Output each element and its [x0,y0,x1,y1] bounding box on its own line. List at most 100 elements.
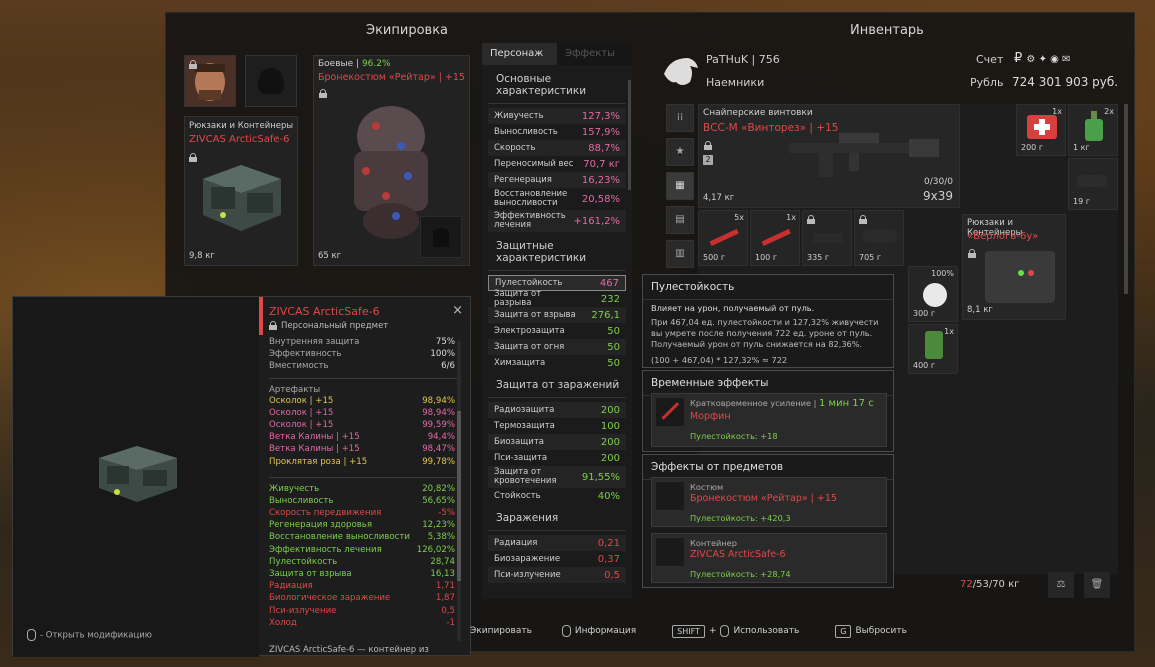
bottle-item[interactable]: 2x 1 кг [1068,104,1118,156]
stats-scrollbar[interactable] [628,80,631,190]
currency-label: Рубль [970,76,1004,89]
detail-value: 98,47% [422,444,455,455]
medkit-item[interactable]: 1x 200 г [1016,104,1066,156]
details-scrollbar[interactable] [457,341,461,641]
helmet-slot[interactable] [245,55,297,107]
stat-row[interactable]: Переносимый вес 70,7 кг [488,156,626,172]
inventory-scrollbar[interactable] [1124,104,1128,294]
close-icon[interactable]: × [452,303,463,318]
backpack-slot[interactable]: Рюкзаки и Контейнеры ZIVCAS ArcticSafe-6… [184,116,298,266]
suppressor-item[interactable]: 19 г [1068,158,1118,210]
detail-value: 98,94% [422,395,455,406]
detail-label: Ветка Калины | +15 [269,432,360,443]
stat-row[interactable]: Регенерация 16,23% [488,172,626,188]
detail-row: Биологическое заражение 1,87 [263,593,463,605]
scope-item[interactable]: 705 г [854,210,904,266]
stat-value: 200 [600,404,620,416]
detail-row: Проклятая роза | +15 99,78% [263,457,463,469]
trash-icon[interactable]: 🗑 [1084,572,1110,598]
stat-label: Биозаражение [494,553,561,564]
stat-row[interactable]: Термозащита 100 [488,418,626,434]
stat-row[interactable]: Пси-излучение 0,5 [488,567,626,583]
stat-row[interactable]: Восстановление выносливости 20,58% [488,188,626,210]
equip-action[interactable]: Экипировать [470,626,532,636]
container-item[interactable]: Рюкзаки и Контейнеры «Берлога-6у» 8,1 кг [962,214,1066,320]
detail-row: Защита от взрыва 16,13 [263,569,463,581]
detail-label: Радиация [269,581,313,592]
tooltip-title: Пулестойкость [643,275,893,300]
detail-label: Выносливость [269,495,334,506]
injector-item[interactable]: 5x 500 г [698,210,748,266]
stat-value: +161,2% [573,215,620,227]
stat-row[interactable]: Скорость 88,7% [488,140,626,156]
tab-effects[interactable]: Эффекты [557,43,632,65]
account-label: Счет [976,53,1004,66]
player-name-line: PaTHuK | 756 [706,53,780,66]
mouse-icon [561,625,571,637]
can-item[interactable]: 1x 400 г [908,324,958,374]
shift-key: SHIFT [672,624,705,638]
stat-value: 0,21 [597,537,620,549]
item-weight: 200 г [1021,143,1044,152]
armor-slot[interactable]: Боевые | 96.2% Бронекостюм «Рейтар» | +1… [313,55,470,266]
stat-row[interactable]: Радиация 0,21 [488,535,626,551]
detail-value: 20,82% [422,483,455,494]
face-slot[interactable] [184,55,236,107]
detail-value: 1,87 [435,593,455,604]
stat-row[interactable]: Живучесть 127,3% [488,108,626,124]
info-action[interactable]: Информация [575,626,636,636]
detail-value: 126,02% [416,544,455,555]
stat-row[interactable]: Защита от кровотечения 91,55% [488,466,626,488]
stat-value: 70,7 кг [583,158,620,170]
stat-row[interactable]: Выносливость 157,9% [488,124,626,140]
scope-item[interactable]: 335 г [802,210,852,266]
balance: 724 301 903 руб. [1012,75,1119,89]
stat-row[interactable]: Эффективность лечения +161,2% [488,210,626,232]
tab-character[interactable]: Персонаж [482,43,557,65]
lock-icon [807,215,815,224]
detail-row: Холод -1 [263,618,463,630]
filter-armor-icon[interactable]: ▥ [666,240,694,268]
item-title: ZIVCAS ArcticSafe-6 [269,305,380,318]
injector-item[interactable]: 1x 100 г [750,210,800,266]
tooltip-subtitle: Влияет на урон, получаемый от пуль. [651,303,815,313]
detail-label: Проклятая роза | +15 [269,456,368,467]
armor-module-slot[interactable] [420,216,462,258]
open-modification-hint[interactable]: - Открыть модификацию [27,629,152,641]
stat-row[interactable]: Защита от огня 50 [488,339,626,355]
player-faction: Наемники [706,76,765,89]
filter-all-icon[interactable]: ⁞⁞ [666,104,694,132]
stat-row[interactable]: Стойкость 40% [488,488,626,504]
stat-row[interactable]: Электрозащита 50 [488,323,626,339]
drop-action[interactable]: Выбросить [855,626,906,636]
tooltip-bullet-resistance: Пулестойкость Влияет на урон, получаемый… [642,274,894,368]
detail-value: 99,78% [422,456,455,467]
weapon-item[interactable]: Снайперские винтовки ВСС-М «Винторез» | … [698,104,960,208]
use-action[interactable]: Использовать [733,626,799,636]
plus-sign: + [708,626,717,636]
weapon-caliber: 9x39 [922,189,953,203]
weight-icon[interactable]: ⚖ [1048,572,1074,598]
currency-icons[interactable]: ₽ ⚙ ✦ ◉ ✉ [1014,51,1070,66]
detail-value: 12,23% [422,520,455,531]
stat-row[interactable]: Защита от разрыва 232 [488,290,626,308]
stat-value: 467 [599,277,619,289]
detail-row: Ветка Калины | +15 98,47% [263,444,463,456]
stat-row[interactable]: Биозаражение 0,37 [488,551,626,567]
container-case-icon [99,446,177,502]
artifact-item[interactable]: 100% 300 г [908,266,958,322]
stat-row[interactable]: Химзащита 50 [488,355,626,371]
stat-value: 20,58% [581,193,620,205]
filter-grid-icon[interactable]: ▦ [666,172,694,200]
item-effects-panel: Эффекты от предметов Костюм Бронекостюм … [642,454,894,588]
container-name: «Берлога-6у» [967,231,1039,242]
mod-badge-icon: 2 [703,155,713,165]
stat-row[interactable]: Защита от взрыва 276,1 [488,307,626,323]
stat-row[interactable]: Пси-защита 200 [488,450,626,466]
stat-value: 127,3% [581,110,620,122]
stat-row[interactable]: Биозащита 200 [488,434,626,450]
filter-favorite-icon[interactable]: ★ [666,138,694,166]
stat-row[interactable]: Радиозащита 200 [488,402,626,418]
filter-weapon-icon[interactable]: ▤ [666,206,694,234]
stat-value: 16,23% [581,174,620,186]
